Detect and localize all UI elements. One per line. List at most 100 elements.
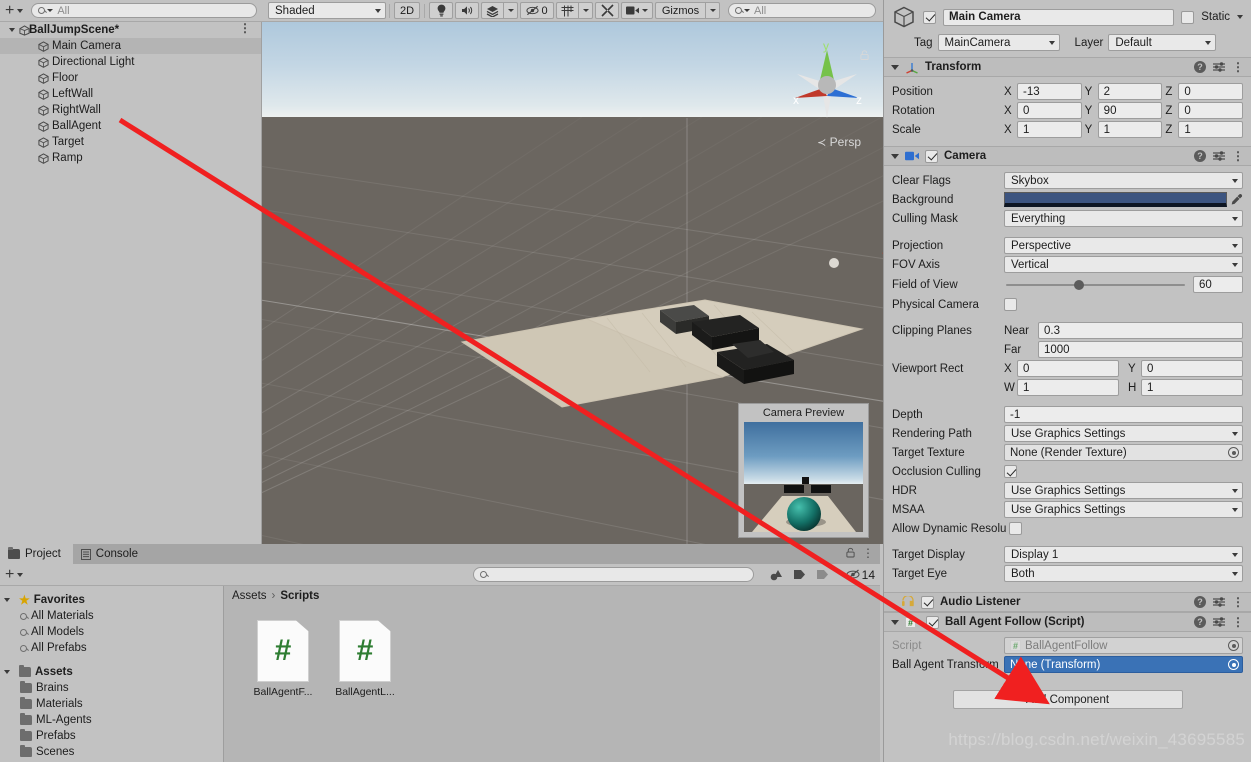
project-tree-item-brains[interactable]: Brains: [0, 680, 223, 696]
preset-icon[interactable]: [1213, 62, 1225, 72]
help-icon[interactable]: ?: [1194, 61, 1206, 73]
hierarchy-search-input[interactable]: All: [31, 3, 257, 18]
preset-icon[interactable]: [1213, 597, 1225, 607]
clear-flags-dropdown[interactable]: Skybox: [1004, 172, 1243, 189]
kebab-menu-icon[interactable]: ⋮: [862, 547, 874, 559]
script-objectfield[interactable]: # BallAgentFollow: [1004, 637, 1243, 654]
chevron-down-icon[interactable]: [4, 670, 10, 674]
script-enabled-checkbox[interactable]: [926, 615, 939, 629]
chevron-down-icon[interactable]: [4, 598, 10, 602]
transform-y-input[interactable]: 90: [1097, 102, 1163, 119]
project-tree-item-ml-agents[interactable]: ML-Agents: [0, 712, 223, 728]
viewport-x-input[interactable]: 0: [1017, 360, 1119, 377]
transform-z-input[interactable]: 0: [1178, 102, 1244, 119]
padlock-icon[interactable]: [860, 50, 869, 60]
project-tree-item-prefabs[interactable]: Prefabs: [0, 728, 223, 744]
transform-z-input[interactable]: 1: [1178, 121, 1244, 138]
hierarchy-create-button[interactable]: +: [5, 2, 24, 18]
hidden-packages-indicator[interactable]: 14: [846, 568, 875, 582]
viewport-y-input[interactable]: 0: [1141, 360, 1243, 377]
scene-search-input[interactable]: All: [728, 3, 876, 18]
asset-item[interactable]: # BallAgentL...: [332, 620, 398, 698]
chevron-down-icon[interactable]: [1237, 15, 1243, 19]
transform-y-input[interactable]: 2: [1097, 83, 1163, 100]
background-color-swatch[interactable]: [1004, 192, 1227, 207]
scene-fx-toggle[interactable]: [481, 2, 503, 19]
scene-tools-button[interactable]: [595, 2, 619, 19]
hdr-dropdown[interactable]: Use Graphics Settings: [1004, 482, 1243, 499]
hierarchy-scene-root[interactable]: BallJumpScene* ⋮: [0, 22, 261, 38]
viewport-h-input[interactable]: 1: [1141, 379, 1243, 396]
chevron-down-icon[interactable]: [891, 619, 899, 625]
project-folder-tree[interactable]: ★ Favorites All Materials All Models All Pre…: [0, 586, 224, 762]
grid-dropdown[interactable]: [578, 2, 593, 19]
project-tree-item-materials[interactable]: Materials: [0, 696, 223, 712]
hierarchy-item-target[interactable]: Target: [0, 134, 261, 150]
scene-audio-toggle[interactable]: [455, 2, 479, 19]
breadcrumb-assets[interactable]: Assets: [232, 590, 267, 602]
project-search-input[interactable]: [473, 567, 754, 582]
camera-component-header[interactable]: Camera ? ⋮: [884, 146, 1251, 166]
static-checkbox[interactable]: [1181, 10, 1195, 24]
culling-mask-dropdown[interactable]: Everything: [1004, 210, 1243, 227]
depth-input[interactable]: -1: [1004, 406, 1243, 423]
camera-enabled-checkbox[interactable]: [925, 149, 938, 163]
eyedropper-icon[interactable]: [1230, 193, 1243, 206]
chevron-down-icon[interactable]: [9, 28, 15, 32]
kebab-menu-icon[interactable]: ⋮: [239, 22, 251, 34]
scene-lighting-toggle[interactable]: [429, 2, 453, 19]
scene-view[interactable]: x z y ≺ Persp Camera Preview: [262, 22, 883, 544]
project-tree-item-all-models[interactable]: All Models: [0, 624, 223, 640]
hierarchy-item-floor[interactable]: Floor: [0, 70, 261, 86]
transform-y-input[interactable]: 1: [1097, 121, 1163, 138]
target-texture-objectfield[interactable]: None (Render Texture): [1004, 444, 1243, 461]
padlock-icon[interactable]: [846, 547, 855, 558]
project-tree-item-all-materials[interactable]: All Materials: [0, 608, 223, 624]
tab-console[interactable]: Console: [72, 544, 150, 564]
fov-axis-dropdown[interactable]: Vertical: [1004, 256, 1243, 273]
hierarchy-item-leftwall[interactable]: LeftWall: [0, 86, 261, 102]
ball-agent-transform-objectfield[interactable]: None (Transform): [1004, 656, 1243, 673]
add-component-button[interactable]: Add Component: [952, 690, 1183, 709]
transform-x-input[interactable]: 1: [1017, 121, 1082, 138]
project-content-area[interactable]: Assets › Scripts # BallAgentF... # BallAgen…: [224, 586, 880, 762]
transform-component-header[interactable]: Transform ? ⋮: [884, 57, 1251, 77]
object-picker-icon[interactable]: [1228, 640, 1239, 651]
allow-dynamic-resolution-checkbox[interactable]: [1009, 522, 1023, 535]
gameobject-enabled-checkbox[interactable]: [923, 10, 936, 24]
help-icon[interactable]: ?: [1194, 150, 1206, 162]
far-input[interactable]: 1000: [1038, 341, 1243, 358]
field-of-view-slider[interactable]: [1006, 279, 1185, 290]
rendering-path-dropdown[interactable]: Use Graphics Settings: [1004, 425, 1243, 442]
field-of-view-input[interactable]: 60: [1193, 276, 1243, 293]
object-picker-icon[interactable]: [1228, 659, 1239, 670]
grid-visibility-toggle[interactable]: [556, 2, 578, 19]
kebab-menu-icon[interactable]: ⋮: [1232, 616, 1244, 628]
project-tree-item-scenes[interactable]: Scenes: [0, 744, 223, 760]
search-by-label-icon[interactable]: [793, 569, 806, 580]
transform-x-input[interactable]: 0: [1017, 102, 1082, 119]
asset-item[interactable]: # BallAgentF...: [250, 620, 316, 698]
audio-listener-component-header[interactable]: Audio Listener ? ⋮: [884, 592, 1251, 612]
draw-mode-dropdown[interactable]: Shaded: [268, 2, 386, 19]
hierarchy-item-ramp[interactable]: Ramp: [0, 150, 261, 166]
preset-icon[interactable]: [1213, 617, 1225, 627]
physical-camera-checkbox[interactable]: [1004, 298, 1017, 311]
tag-dropdown[interactable]: MainCamera: [937, 34, 1060, 51]
scene-camera-button[interactable]: [621, 2, 653, 19]
target-display-dropdown[interactable]: Display 1: [1004, 546, 1243, 563]
gizmos-button[interactable]: Gizmos: [655, 2, 705, 19]
hierarchy-item-directional-light[interactable]: Directional Light: [0, 54, 261, 70]
projection-dropdown[interactable]: Perspective: [1004, 237, 1243, 254]
hierarchy-item-rightwall[interactable]: RightWall: [0, 102, 261, 118]
slider-handle[interactable]: [1074, 279, 1085, 290]
hierarchy-item-main-camera[interactable]: Main Camera: [0, 38, 261, 54]
scene-projection-label[interactable]: ≺ Persp: [817, 135, 861, 149]
hierarchy-panel[interactable]: BallJumpScene* ⋮ Main Camera Directional …: [0, 22, 262, 544]
chevron-down-icon[interactable]: [891, 64, 899, 70]
breadcrumb-scripts[interactable]: Scripts: [280, 590, 319, 602]
transform-x-input[interactable]: -13: [1017, 83, 1082, 100]
hierarchy-item-ballagent[interactable]: BallAgent: [0, 118, 261, 134]
search-in-packages-icon[interactable]: [816, 569, 829, 580]
help-icon[interactable]: ?: [1194, 596, 1206, 608]
